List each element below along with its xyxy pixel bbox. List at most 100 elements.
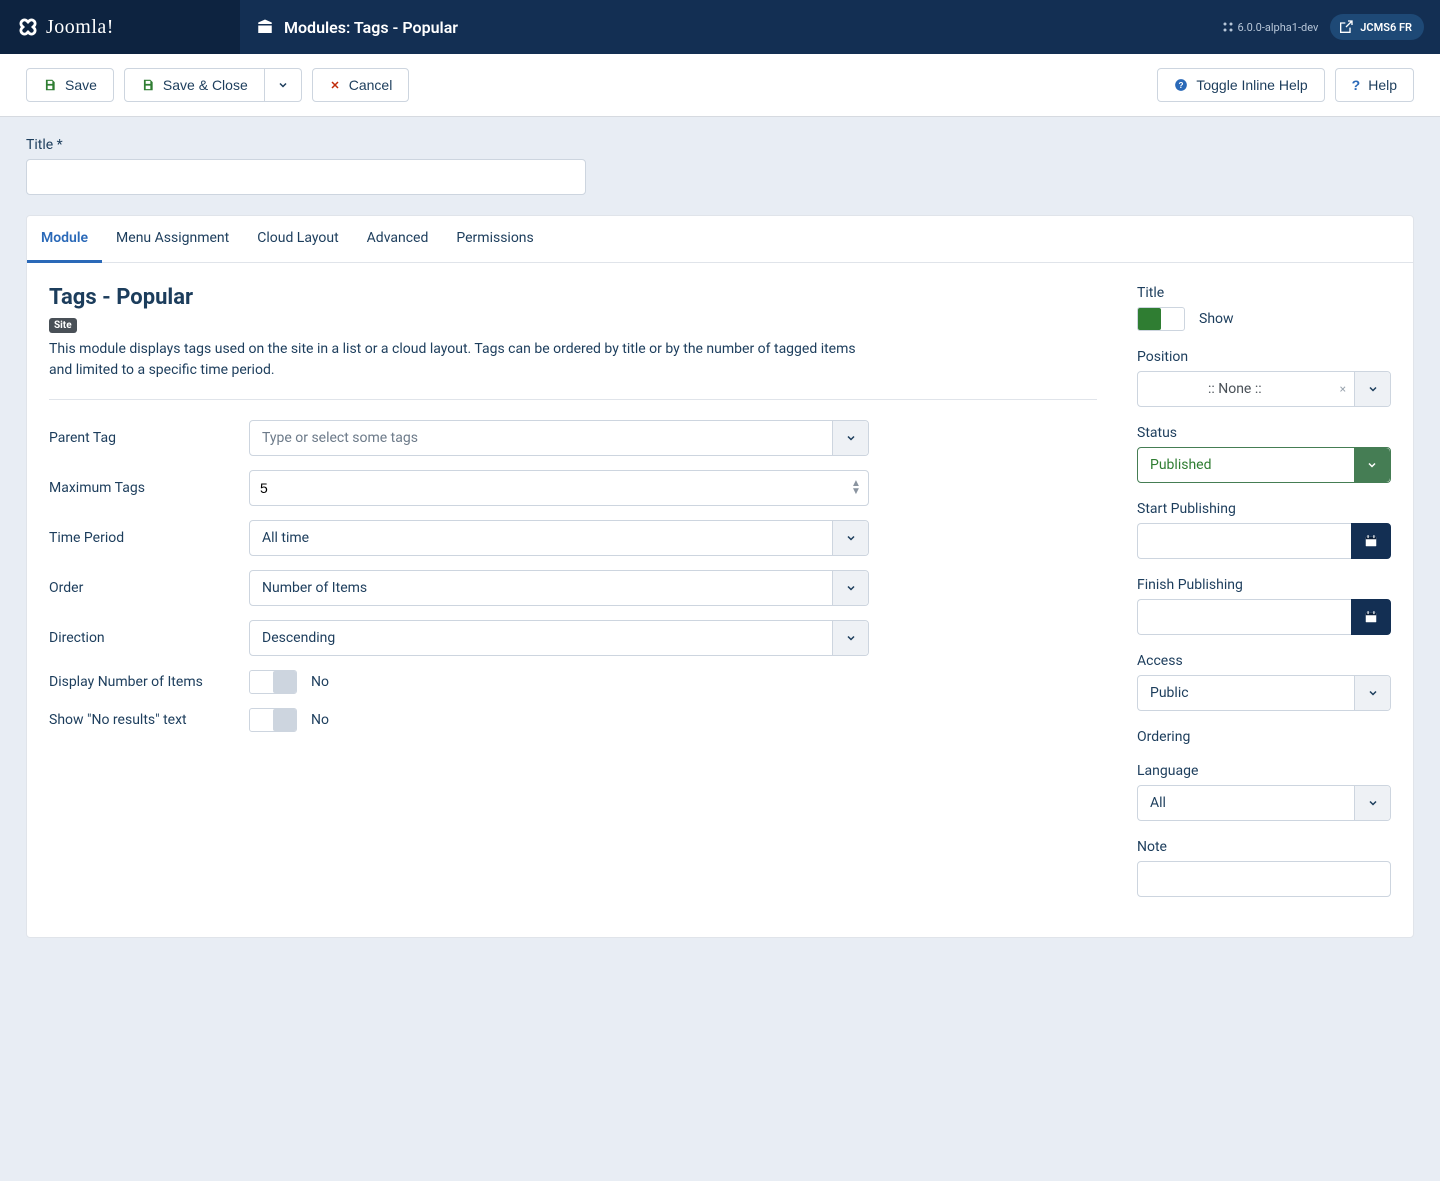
user-name: JCMS6 FR	[1360, 21, 1412, 34]
side-title-value: Show	[1199, 311, 1234, 327]
tab-module[interactable]: Module	[27, 216, 102, 263]
direction-value: Descending	[250, 630, 832, 646]
joomla-icon	[16, 15, 40, 39]
note-label: Note	[1137, 839, 1391, 855]
display-num-toggle[interactable]	[249, 670, 297, 694]
module-icon	[256, 18, 274, 36]
note-input[interactable]	[1137, 861, 1391, 897]
status-value: Published	[1138, 457, 1354, 473]
save-label: Save	[65, 77, 97, 93]
display-num-value: No	[311, 674, 329, 690]
chevron-down-icon	[1354, 786, 1390, 820]
show-no-results-value: No	[311, 712, 329, 728]
close-icon	[329, 79, 341, 91]
chevron-down-icon	[832, 571, 868, 605]
version-badge[interactable]: 6.0.0-alpha1-dev	[1222, 21, 1319, 34]
user-menu[interactable]: JCMS6 FR	[1330, 14, 1424, 40]
help-button[interactable]: ? Help	[1335, 68, 1414, 102]
calendar-icon	[1364, 610, 1378, 624]
order-select[interactable]: Number of Items	[249, 570, 869, 606]
max-tags-input[interactable]	[249, 470, 869, 506]
language-label: Language	[1137, 763, 1391, 779]
save-dropdown-button[interactable]	[265, 68, 302, 102]
position-value: :: None ::	[1138, 381, 1332, 397]
tab-menu-assignment[interactable]: Menu Assignment	[102, 216, 243, 262]
main: Title Module Menu Assignment Cloud Layou…	[0, 117, 1440, 978]
version-text: 6.0.0-alpha1-dev	[1238, 21, 1319, 34]
tab-advanced[interactable]: Advanced	[353, 216, 443, 262]
status-label: Status	[1137, 425, 1391, 441]
finish-pub-label: Finish Publishing	[1137, 577, 1391, 593]
number-spinner-icon[interactable]: ▲▼	[851, 480, 863, 496]
chevron-down-icon	[1354, 676, 1390, 710]
parent-tag-label: Parent Tag	[49, 430, 249, 446]
tab-permissions[interactable]: Permissions	[442, 216, 547, 262]
cancel-button[interactable]: Cancel	[312, 68, 410, 102]
side-column: Title Show Position :: None :: × Sta	[1137, 285, 1391, 915]
brand-name: Joomla!	[46, 16, 114, 39]
save-button[interactable]: Save	[26, 68, 114, 102]
question-icon: ?	[1352, 77, 1361, 93]
status-select[interactable]: Published	[1137, 447, 1391, 483]
max-tags-label: Maximum Tags	[49, 480, 249, 496]
language-select[interactable]: All	[1137, 785, 1391, 821]
module-card: Module Menu Assignment Cloud Layout Adva…	[26, 215, 1414, 938]
title-input[interactable]	[26, 159, 586, 195]
access-select[interactable]: Public	[1137, 675, 1391, 711]
toggle-inline-help-button[interactable]: ? Toggle Inline Help	[1157, 68, 1324, 102]
direction-label: Direction	[49, 630, 249, 646]
cancel-label: Cancel	[349, 77, 393, 93]
chevron-down-icon	[832, 621, 868, 655]
time-period-value: All time	[250, 530, 832, 546]
save-close-group: Save & Close	[124, 68, 302, 102]
show-no-results-label: Show "No results" text	[49, 712, 249, 728]
calendar-button[interactable]	[1351, 599, 1391, 635]
ordering-label: Ordering	[1137, 729, 1391, 745]
display-num-label: Display Number of Items	[49, 674, 249, 690]
side-title-toggle[interactable]	[1137, 307, 1185, 331]
page-title-text: Modules: Tags - Popular	[284, 18, 458, 37]
access-value: Public	[1138, 685, 1354, 701]
svg-text:?: ?	[1179, 81, 1184, 90]
tab-cloud-layout[interactable]: Cloud Layout	[243, 216, 352, 262]
topbar: Joomla! Modules: Tags - Popular 6.0.0-al…	[0, 0, 1440, 54]
side-title-label: Title	[1137, 285, 1391, 301]
site-badge: Site	[49, 318, 77, 333]
save-icon	[141, 78, 155, 92]
position-label: Position	[1137, 349, 1391, 365]
module-name: Tags - Popular	[49, 285, 1097, 310]
separator	[49, 399, 1097, 400]
position-select[interactable]: :: None :: ×	[1137, 371, 1391, 407]
direction-select[interactable]: Descending	[249, 620, 869, 656]
clear-icon[interactable]: ×	[1332, 382, 1354, 396]
time-period-select[interactable]: All time	[249, 520, 869, 556]
page-title: Modules: Tags - Popular	[240, 18, 1222, 37]
show-no-results-toggle[interactable]	[249, 708, 297, 732]
start-pub-label: Start Publishing	[1137, 501, 1391, 517]
order-value: Number of Items	[250, 580, 832, 596]
joomla-small-icon	[1222, 21, 1234, 33]
tabs: Module Menu Assignment Cloud Layout Adva…	[27, 216, 1413, 263]
save-close-label: Save & Close	[163, 77, 248, 93]
parent-tag-select[interactable]: Type or select some tags	[249, 420, 869, 456]
finish-pub-input[interactable]	[1137, 599, 1351, 635]
toggle-help-label: Toggle Inline Help	[1196, 77, 1307, 93]
chevron-down-icon	[832, 421, 868, 455]
start-pub-input[interactable]	[1137, 523, 1351, 559]
language-value: All	[1138, 795, 1354, 811]
main-column: Tags - Popular Site This module displays…	[49, 285, 1097, 915]
chevron-down-icon	[277, 79, 289, 91]
external-link-icon	[1338, 19, 1354, 35]
order-label: Order	[49, 580, 249, 596]
access-label: Access	[1137, 653, 1391, 669]
chevron-down-icon	[1354, 372, 1390, 406]
toolbar: Save Save & Close Cancel ? Toggle Inline…	[0, 54, 1440, 117]
parent-tag-placeholder: Type or select some tags	[250, 430, 832, 446]
brand[interactable]: Joomla!	[0, 0, 240, 54]
question-icon: ?	[1174, 78, 1188, 92]
help-label: Help	[1368, 77, 1397, 93]
calendar-icon	[1364, 534, 1378, 548]
save-close-button[interactable]: Save & Close	[124, 68, 265, 102]
chevron-down-icon	[832, 521, 868, 555]
calendar-button[interactable]	[1351, 523, 1391, 559]
